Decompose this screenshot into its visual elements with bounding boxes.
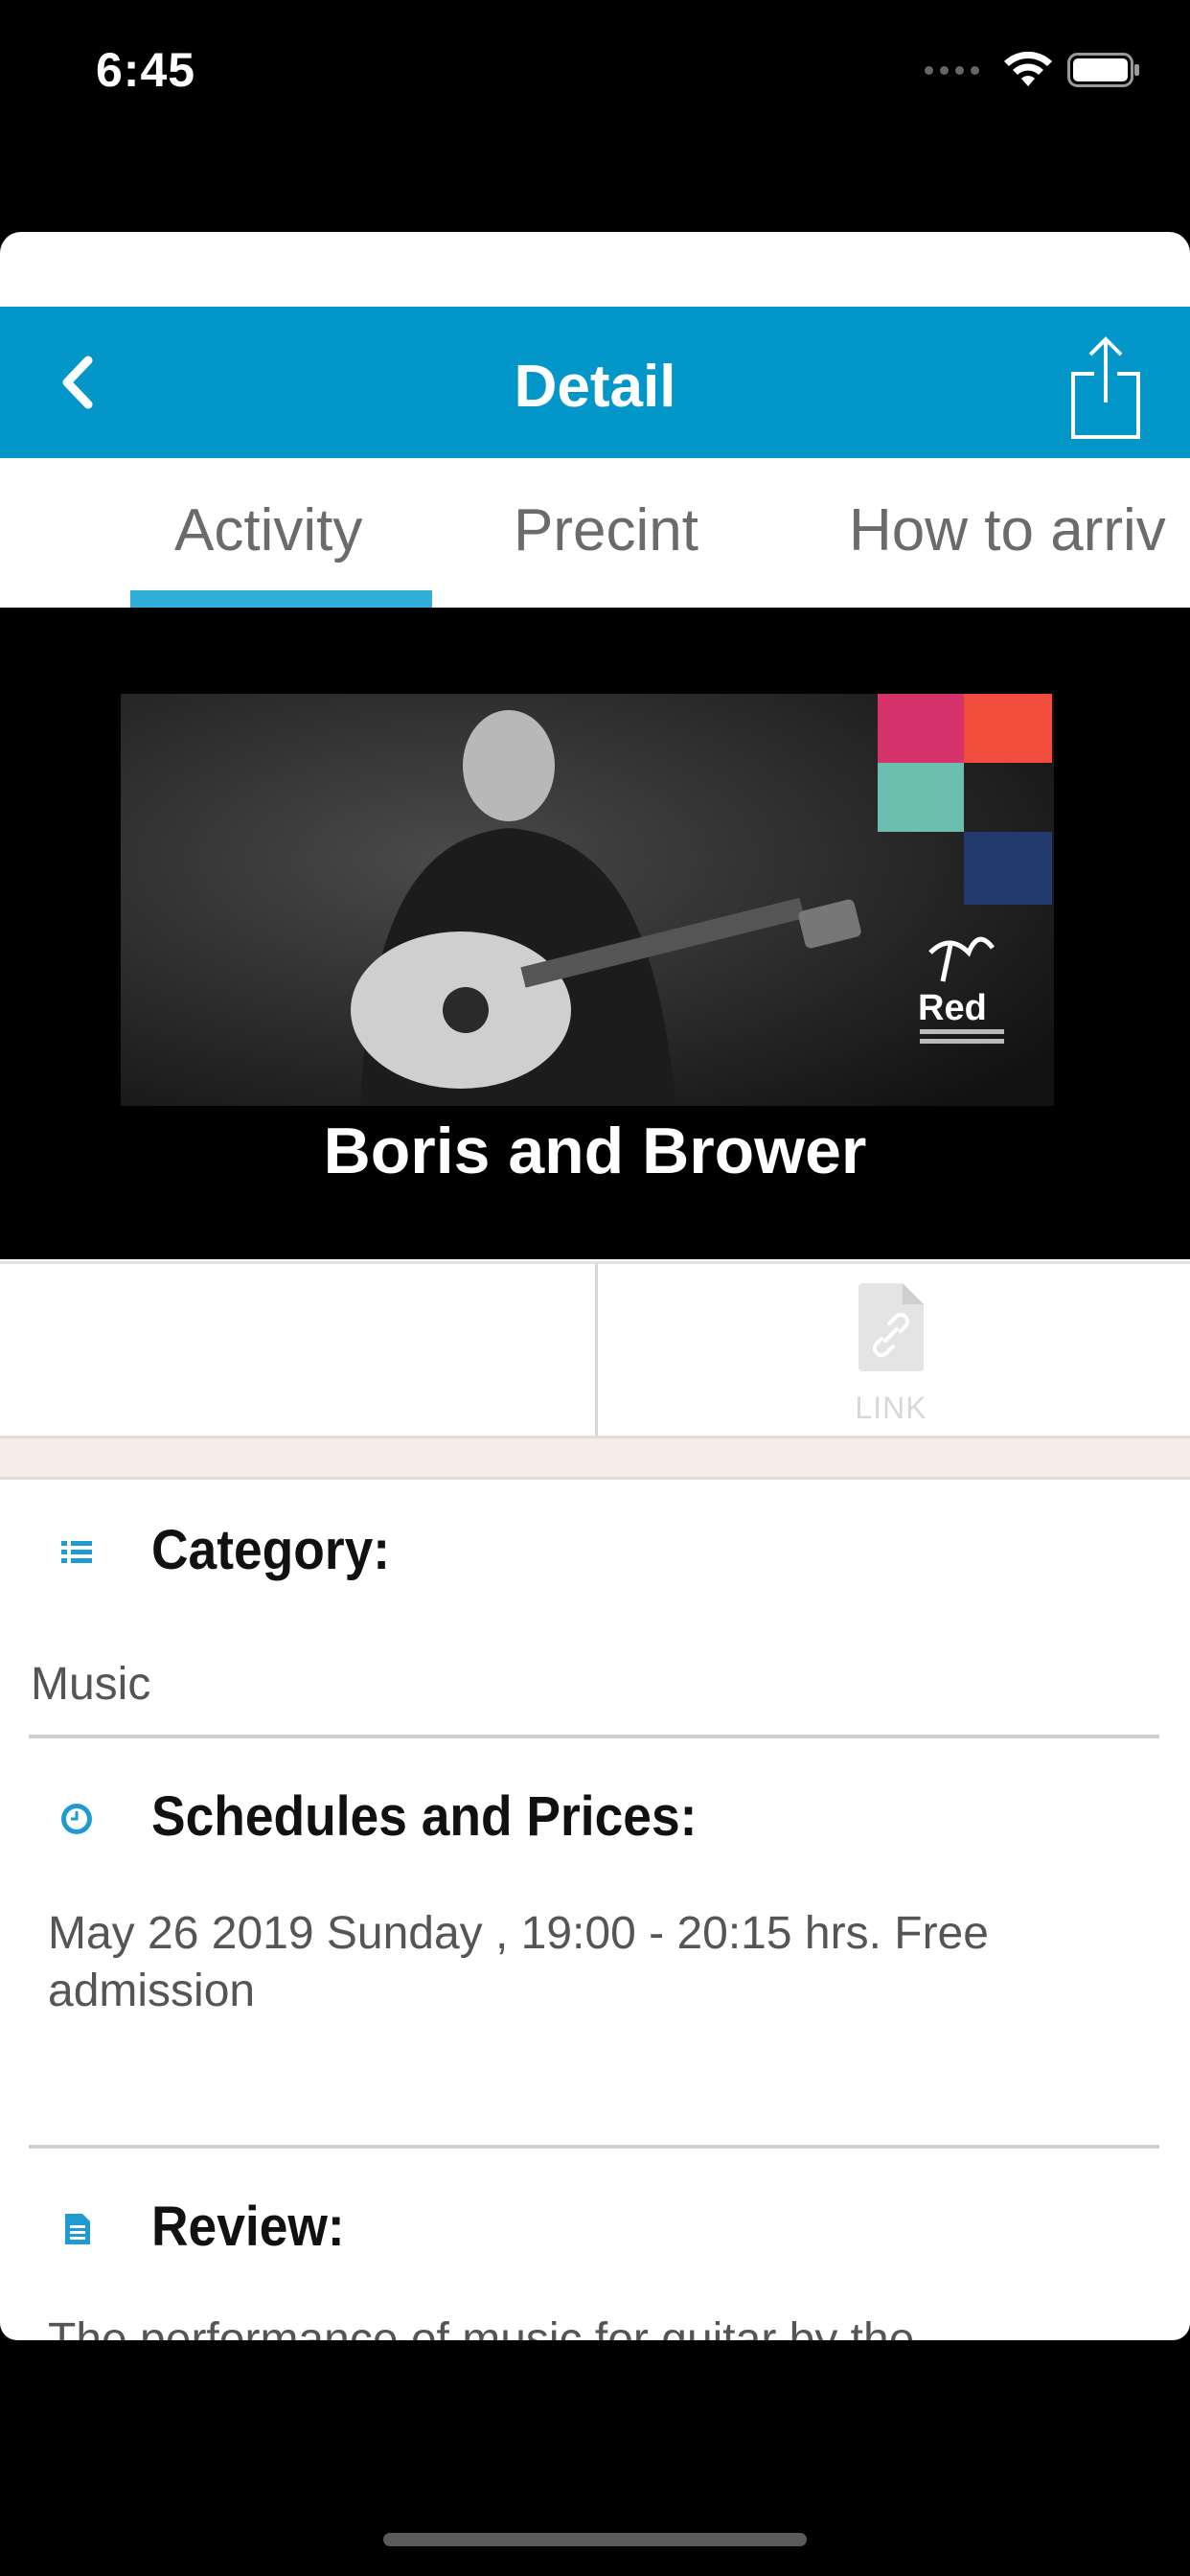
cellular-signal-icon (925, 65, 979, 75)
tab-activity[interactable]: Activity (174, 496, 362, 564)
divider (29, 1735, 1159, 1738)
action-row: LINK (0, 1261, 1190, 1438)
nav-bar: Detail (0, 307, 1190, 458)
home-indicator[interactable] (383, 2533, 807, 2546)
tab-indicator (130, 590, 432, 608)
event-title: Boris and Brower (323, 1115, 867, 1187)
section-separator (0, 1436, 1190, 1480)
category-value: Music (31, 1659, 151, 1710)
review-heading: Review: (151, 2196, 345, 2258)
share-icon[interactable] (1067, 335, 1144, 441)
battery-icon (1067, 53, 1139, 87)
tab-how-to-arrive[interactable]: How to arriv (849, 496, 1166, 564)
link-button[interactable]: LINK (843, 1283, 939, 1427)
divider (29, 2145, 1159, 2149)
hero-banner: Red Boris and Brower (0, 608, 1190, 1259)
tab-precint[interactable]: Precint (514, 496, 698, 564)
action-divider (595, 1264, 598, 1438)
status-bar: 6:45 (0, 0, 1190, 144)
link-label: LINK (855, 1391, 927, 1425)
schedules-heading: Schedules and Prices: (151, 1785, 698, 1848)
tab-bar: Activity Precint How to arriv (0, 458, 1190, 608)
link-document-icon (858, 1283, 924, 1371)
list-icon (61, 1541, 92, 1563)
svg-text:Red: Red (918, 988, 987, 1028)
category-heading: Category: (151, 1519, 391, 1581)
schedules-value: May 26 2019 Sunday , 19:00 - 20:15 hrs. … (48, 1908, 989, 2016)
wifi-icon (1004, 52, 1052, 86)
clock-icon (61, 1804, 92, 1834)
status-time: 6:45 (96, 43, 196, 97)
page-title: Detail (514, 354, 676, 420)
event-photo: Red (121, 694, 1054, 1106)
status-icons (925, 52, 1140, 88)
document-icon (65, 2214, 90, 2244)
review-value: The performance of music for guitar by t… (48, 2314, 915, 2340)
detail-sheet: Detail Activity Precint How to arriv Red… (0, 232, 1190, 2340)
